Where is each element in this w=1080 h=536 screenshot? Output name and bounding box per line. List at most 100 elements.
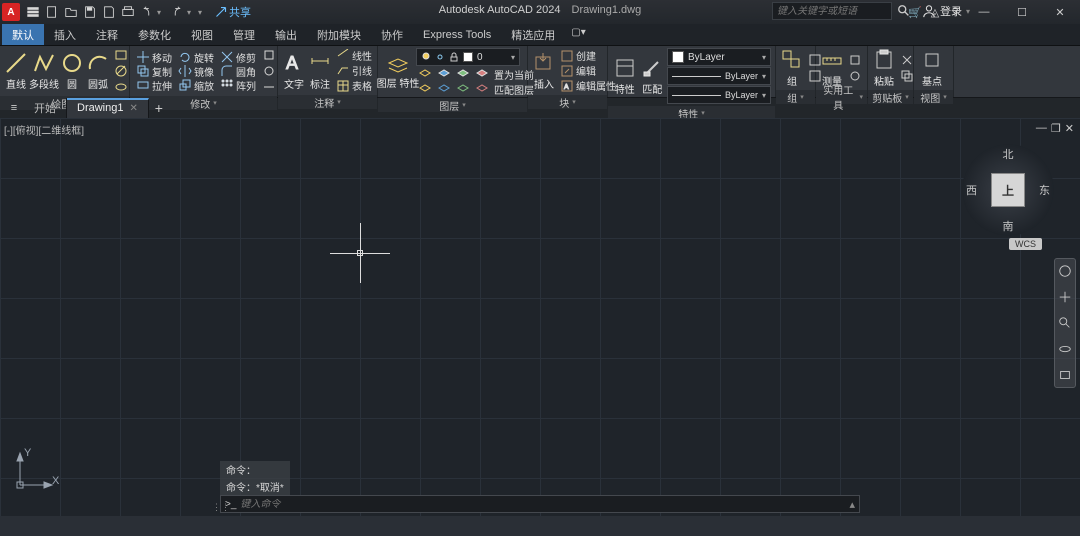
plot-icon[interactable] (119, 3, 137, 21)
tab-featured[interactable]: 精选应用 (501, 24, 565, 45)
linear-button[interactable]: 线性 (334, 48, 374, 63)
viewcube-south[interactable]: 南 (1003, 218, 1014, 234)
new-tab-button[interactable]: + (149, 100, 169, 116)
move-button[interactable]: 移动 (134, 50, 174, 65)
layer-tool7-icon[interactable] (454, 82, 472, 96)
viewport-controls[interactable]: [-][俯视][二维线框] (4, 122, 84, 137)
undo-icon[interactable] (138, 3, 156, 21)
viewcube-north[interactable]: 北 (1003, 146, 1014, 162)
wheel-icon[interactable] (1057, 263, 1073, 279)
modify-extra3-icon[interactable] (260, 80, 278, 94)
layer-combo[interactable]: 0 ▾ (416, 48, 520, 66)
undo-dropdown-icon[interactable]: ▾ (157, 8, 167, 17)
command-drag-icon[interactable]: ⋮⋮ (212, 502, 230, 513)
command-input[interactable] (240, 499, 845, 510)
save-icon[interactable] (81, 3, 99, 21)
filetab-menu-icon[interactable]: ≡ (4, 102, 24, 114)
tab-express[interactable]: Express Tools (413, 24, 501, 45)
layer-tool5-icon[interactable] (416, 82, 434, 96)
close-button[interactable]: ✕ (1042, 2, 1078, 22)
viewcube-face[interactable]: 上 (991, 173, 1025, 207)
qat-customize-icon[interactable]: ▾ (198, 8, 208, 17)
help-icon[interactable]: ? (946, 3, 964, 21)
ellipse-icon[interactable] (112, 80, 130, 94)
filetab-drawing1[interactable]: Drawing1✕ (67, 98, 149, 118)
props-button[interactable]: 特性 (612, 56, 638, 96)
table-button[interactable]: 表格 (334, 78, 374, 93)
tab-annotate[interactable]: 注释 (86, 24, 128, 45)
viewcube[interactable]: 上 北 南 东 西 (962, 144, 1054, 236)
redo-icon[interactable] (168, 3, 186, 21)
viewcube-east[interactable]: 东 (1039, 182, 1050, 198)
layer-tool6-icon[interactable] (435, 82, 453, 96)
tab-default[interactable]: 默认 (2, 24, 44, 45)
color-combo[interactable]: ByLayer▾ (667, 48, 771, 66)
line-button[interactable]: 直线 (4, 51, 28, 91)
dim-button[interactable]: 标注 (308, 51, 332, 91)
app-icon[interactable]: ◬ (926, 3, 944, 21)
tab-insert[interactable]: 插入 (44, 24, 86, 45)
redo-dropdown-icon[interactable]: ▾ (187, 8, 197, 17)
wcs-badge[interactable]: WCS (1009, 238, 1042, 250)
pan-icon[interactable] (1057, 289, 1073, 305)
cart-icon[interactable]: 🛒 (906, 3, 924, 21)
tab-overflow-icon[interactable]: ▢▾ (565, 24, 591, 45)
vp-restore-icon[interactable]: ❐ (1051, 122, 1061, 135)
app-logo[interactable]: A (2, 3, 20, 21)
base-button[interactable]: 基点 (918, 48, 946, 88)
polyline-button[interactable]: 多段线 (30, 51, 58, 91)
viewcube-west[interactable]: 西 (966, 182, 977, 198)
zoom-icon[interactable] (1057, 315, 1073, 331)
utils-extra2-icon[interactable] (846, 69, 864, 83)
layer-tool1-icon[interactable] (416, 67, 434, 81)
tab-addins[interactable]: 附加模块 (307, 24, 371, 45)
filetab-start[interactable]: 开始 (24, 98, 67, 118)
vp-close-icon[interactable]: ✕ (1065, 122, 1074, 135)
tab-view[interactable]: 视图 (181, 24, 223, 45)
drawing-area[interactable]: [-][俯视][二维线框] — ❐ ✕ 上 北 南 东 西 WCS Y X (0, 118, 1080, 516)
paste-button[interactable]: 粘贴 (872, 48, 896, 88)
vp-minimize-icon[interactable]: — (1036, 122, 1047, 135)
group-button[interactable]: 组 (780, 48, 804, 88)
layer-tool2-icon[interactable] (435, 67, 453, 81)
hatch-icon[interactable] (112, 64, 130, 78)
mirror-button[interactable]: 镜像 (176, 64, 216, 79)
layerprop-button[interactable]: 图层 特性 (382, 55, 414, 90)
new-icon[interactable] (43, 3, 61, 21)
array-button[interactable]: 阵列 (218, 78, 258, 93)
showmotion-icon[interactable] (1057, 367, 1073, 383)
fillet-button[interactable]: 圆角 (218, 64, 258, 79)
tab-collab[interactable]: 协作 (371, 24, 413, 45)
saveas-icon[interactable] (100, 3, 118, 21)
linetype-combo[interactable]: ByLayer▾ (667, 86, 771, 104)
open-icon[interactable] (62, 3, 80, 21)
modify-extra2-icon[interactable] (260, 64, 278, 78)
copy-button[interactable]: 复制 (134, 64, 174, 79)
leader-button[interactable]: 引线 (334, 63, 374, 78)
command-options-icon[interactable]: ▴ (849, 498, 855, 511)
search-input[interactable] (772, 2, 892, 20)
insert-button[interactable]: 插入 (532, 51, 556, 91)
layer-tool3-icon[interactable] (454, 67, 472, 81)
arc-button[interactable]: 圆弧 (86, 51, 110, 91)
modify-extra1-icon[interactable] (260, 48, 278, 62)
stretch-button[interactable]: 拉伸 (134, 78, 174, 93)
lineweight-combo[interactable]: ByLayer▾ (667, 67, 771, 85)
orbit-icon[interactable] (1057, 341, 1073, 357)
trim-button[interactable]: 修剪 (218, 50, 258, 65)
tab-manage[interactable]: 管理 (223, 24, 265, 45)
match-button[interactable]: 匹配 (640, 56, 666, 96)
maximize-button[interactable]: ☐ (1004, 2, 1040, 22)
tab-parametric[interactable]: 参数化 (128, 24, 181, 45)
layer-tool4-icon[interactable] (473, 67, 491, 81)
rect-icon[interactable] (112, 48, 130, 62)
share-button[interactable]: 共享 (215, 4, 251, 20)
close-tab-icon[interactable]: ✕ (129, 103, 137, 114)
layer-tool8-icon[interactable] (473, 82, 491, 96)
text-button[interactable]: A文字 (282, 51, 306, 91)
scale-button[interactable]: 缩放 (176, 78, 216, 93)
minimize-button[interactable]: — (966, 2, 1002, 22)
tab-output[interactable]: 输出 (265, 24, 307, 45)
circle-button[interactable]: 圆 (60, 51, 84, 91)
rotate-button[interactable]: 旋转 (176, 50, 216, 65)
